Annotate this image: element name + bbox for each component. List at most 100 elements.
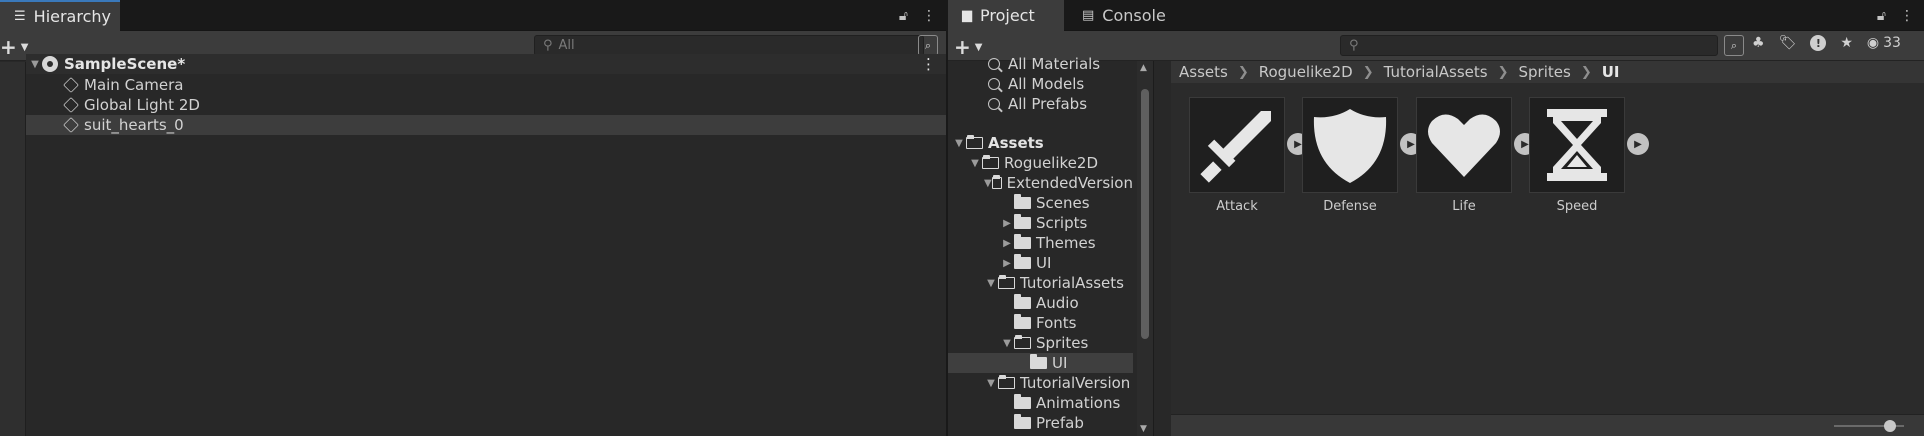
tree-item-ui-sprites[interactable]: UI (948, 353, 1133, 373)
favorite-all-prefabs[interactable]: All Prefabs (948, 94, 1133, 114)
tree-item-scenes[interactable]: Scenes (948, 193, 1133, 213)
lock-icon[interactable]: 🔓︎ (899, 8, 908, 24)
folder-open-icon (998, 275, 1015, 289)
warning-icon[interactable]: ! (1810, 35, 1827, 51)
tree-item-animations[interactable]: Animations (948, 393, 1133, 413)
breadcrumb-assets[interactable]: Assets (1179, 63, 1228, 81)
tree-item-roguelike2d[interactable]: ▼ Roguelike2D (948, 153, 1133, 173)
more-options-icon[interactable]: ⋮ (1900, 8, 1914, 24)
expand-arrow-icon[interactable]: ▼ (952, 138, 966, 149)
chevron-down-icon: ▼ (20, 41, 29, 53)
scroll-up-icon[interactable]: ▲ (1140, 63, 1147, 73)
breadcrumb: Assets ❯ Roguelike2D ❯ TutorialAssets ❯ … (1171, 61, 1924, 83)
tree-item-ui-extended[interactable]: ▶ UI (948, 253, 1133, 273)
favorite-star-icon[interactable]: ★ (1840, 35, 1853, 51)
asset-thumbnail (1529, 97, 1625, 193)
scene-row[interactable]: ▼ SampleScene* ⋮ (26, 54, 946, 74)
tree-item-audio[interactable]: Audio (948, 293, 1133, 313)
icon-size-slider[interactable] (1834, 420, 1904, 432)
shield-icon (1313, 109, 1387, 183)
breadcrumb-tutorialassets[interactable]: TutorialAssets (1384, 63, 1488, 81)
tree-item-themes[interactable]: ▶ Themes (948, 233, 1133, 253)
project-tabbar: ▆ Project ▤ Console 🔓︎ ⋮ (948, 0, 1924, 31)
filter-by-type-icon[interactable]: ♣ (1752, 35, 1765, 51)
tree-item-extendedversion[interactable]: ▼ ExtendedVersion (948, 173, 1133, 193)
project-search-input[interactable]: ⚲ (1340, 35, 1718, 56)
search-icon (988, 78, 1000, 90)
expand-arrow-icon[interactable]: ▼ (968, 158, 982, 169)
tree-item-fonts[interactable]: Fonts (948, 313, 1133, 333)
folder-open-icon (1014, 335, 1031, 349)
hierarchy-item-main-camera[interactable]: Main Camera (26, 75, 946, 95)
folder-icon (1014, 394, 1031, 409)
asset-life[interactable]: ▶ Life (1416, 97, 1536, 214)
hierarchy-item-global-light[interactable]: Global Light 2D (26, 95, 946, 115)
hierarchy-item-suit-hearts[interactable]: suit_hearts_0 (26, 115, 946, 135)
folder-icon (1014, 234, 1031, 249)
chevron-right-icon: ❯ (1237, 64, 1249, 80)
hierarchy-search-input[interactable]: ⚲ All (534, 35, 924, 56)
slider-knob[interactable] (1884, 420, 1896, 432)
filter-by-label-icon[interactable]: 🏷︎ (1779, 35, 1797, 51)
tree-scrollbar[interactable]: ▲ ▼ (1137, 61, 1153, 436)
chevron-down-icon: ▼ (974, 41, 983, 53)
search-icon (988, 58, 1000, 70)
play-icon[interactable]: ▶ (1627, 133, 1649, 155)
folder-open-icon (998, 375, 1015, 389)
folder-icon (1014, 294, 1031, 309)
asset-speed[interactable]: ▶ Speed (1529, 97, 1649, 214)
tree-item-scripts[interactable]: ▶ Scripts (948, 213, 1133, 233)
tab-project[interactable]: ▆ Project (948, 0, 1064, 31)
collapse-arrow-icon[interactable]: ▶ (1000, 218, 1014, 229)
expand-arrow-icon[interactable]: ▼ (984, 278, 998, 289)
expand-arrow-icon[interactable]: ▼ (984, 178, 992, 189)
hidden-packages-button[interactable]: ◉ 33 (1867, 35, 1901, 51)
plus-icon: + (0, 35, 17, 59)
tree-item-assets[interactable]: ▼ Assets (948, 133, 1133, 153)
search-by-type-button[interactable]: ⌕ (1724, 35, 1744, 56)
favorite-all-models[interactable]: All Models (948, 74, 1133, 94)
hierarchy-gutter (0, 62, 26, 436)
scene-menu-icon[interactable]: ⋮ (921, 55, 936, 73)
more-options-icon[interactable]: ⋮ (922, 8, 936, 24)
folder-icon: ▆ (962, 8, 972, 23)
hierarchy-panel: ☰ Hierarchy 🔓︎ ⋮ + ▼ ⚲ All ⌕ ▼ SampleScen… (0, 0, 946, 436)
breadcrumb-sprites[interactable]: Sprites (1519, 63, 1571, 81)
expand-arrow-icon[interactable]: ▼ (984, 378, 998, 389)
folder-icon (1030, 354, 1047, 369)
asset-browser-footer (1171, 414, 1924, 436)
tree-item-prefab[interactable]: Prefab (948, 413, 1133, 433)
collapse-arrow-icon[interactable]: ▶ (1000, 238, 1014, 249)
folder-icon (1014, 194, 1031, 209)
search-by-type-button[interactable]: ⌕ (918, 35, 938, 56)
tree-item-tutorialassets[interactable]: ▼ TutorialAssets (948, 273, 1133, 293)
tab-hierarchy[interactable]: ☰ Hierarchy (0, 0, 120, 31)
expand-arrow-icon[interactable]: ▼ (28, 59, 42, 70)
heart-icon (1428, 114, 1500, 177)
project-tab-actions: 🔓︎ ⋮ (1877, 0, 1914, 31)
scroll-down-icon[interactable]: ▼ (1140, 424, 1147, 434)
collapse-arrow-icon[interactable]: ▶ (1000, 258, 1014, 269)
project-panel: ▆ Project ▤ Console 🔓︎ ⋮ + ▼ ⚲ ⌕ ♣ 🏷︎ ! ★… (948, 0, 1924, 436)
breadcrumb-ui[interactable]: UI (1602, 63, 1620, 81)
asset-defense[interactable]: ▶ Defense (1302, 97, 1422, 214)
scrollbar-thumb[interactable] (1141, 89, 1149, 339)
lock-icon[interactable]: 🔓︎ (1877, 8, 1886, 24)
sword-icon (1200, 111, 1271, 183)
expand-arrow-icon[interactable]: ▼ (1000, 338, 1014, 349)
folder-icon (1014, 414, 1031, 429)
breadcrumb-roguelike2d[interactable]: Roguelike2D (1259, 63, 1353, 81)
unity-scene-icon (42, 56, 58, 72)
asset-attack[interactable]: ▶ Attack (1189, 97, 1309, 214)
tree-item-tutorialversion[interactable]: ▼ TutorialVersion (948, 373, 1133, 393)
folder-tree: All Materials All Models All Prefabs ▼ As… (948, 55, 1154, 436)
tab-console[interactable]: ▤ Console (1068, 0, 1180, 31)
create-button[interactable]: + ▼ (0, 35, 28, 59)
favorite-all-materials[interactable]: All Materials (948, 54, 1133, 74)
eye-icon: ◉ (1866, 35, 1880, 51)
tree-item-sprites[interactable]: ▼ Sprites (948, 333, 1133, 353)
asset-thumbnail (1189, 97, 1285, 193)
console-icon: ▤ (1082, 8, 1095, 23)
chevron-right-icon: ❯ (1580, 64, 1592, 80)
search-icon: ⚲ (543, 38, 553, 53)
